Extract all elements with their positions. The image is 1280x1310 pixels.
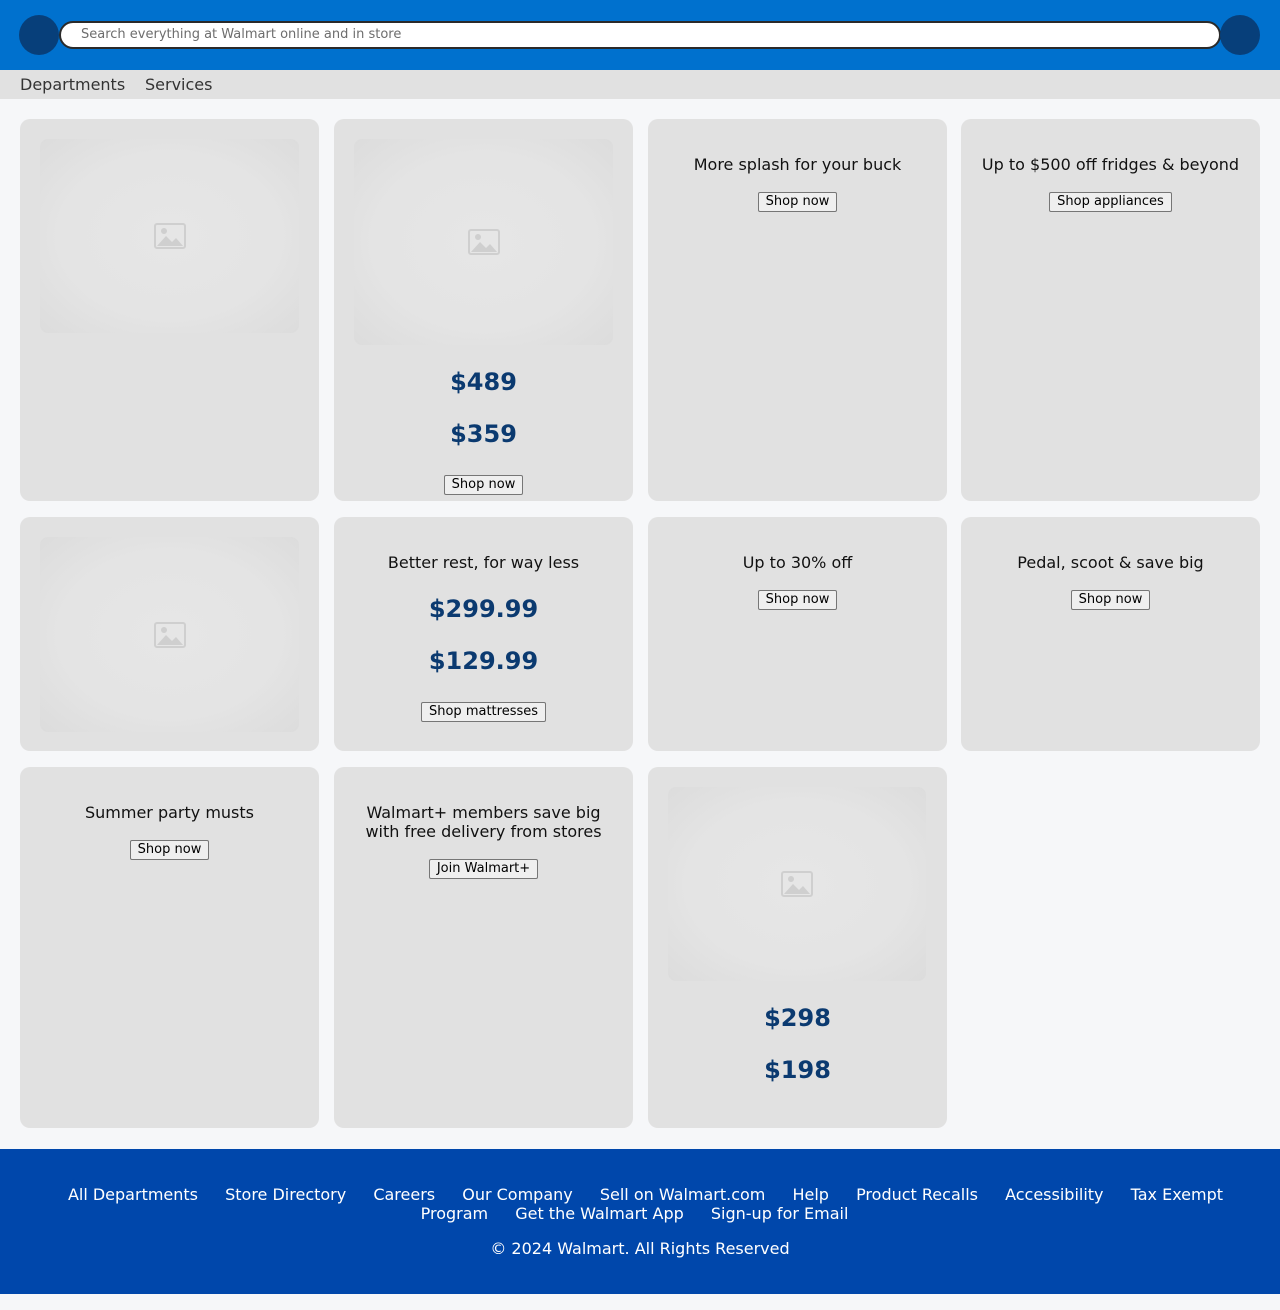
nav-services[interactable]: Services bbox=[145, 75, 212, 95]
image-placeholder-icon bbox=[781, 871, 813, 897]
nav-departments[interactable]: Departments bbox=[20, 75, 125, 95]
image-placeholder-icon bbox=[467, 229, 500, 255]
card-title: Up to 30% off bbox=[742, 553, 853, 572]
footer-link[interactable]: Sell on Walmart.com bbox=[600, 1185, 766, 1204]
product-image bbox=[668, 787, 926, 981]
footer-link[interactable]: Our Company bbox=[462, 1185, 573, 1204]
join-walmart-plus-button[interactable]: Join Walmart+ bbox=[428, 859, 539, 879]
footer-link[interactable]: All Departments bbox=[68, 1185, 198, 1204]
promo-card[interactable]: $489 $359 Shop now bbox=[334, 119, 633, 501]
image-placeholder-icon bbox=[153, 621, 186, 648]
card-title-line-2: with free delivery from stores bbox=[365, 822, 602, 841]
promo-card[interactable] bbox=[20, 119, 319, 501]
shop-appliances-button[interactable]: Shop appliances bbox=[1049, 192, 1172, 212]
copyright: © 2024 Walmart. All Rights Reserved bbox=[490, 1239, 790, 1258]
promo-card[interactable] bbox=[20, 517, 319, 751]
promo-card[interactable]: Up to 30% off Shop now bbox=[648, 517, 947, 751]
secondary-nav: Departments Services bbox=[0, 70, 1280, 99]
search-placeholder: Search everything at Walmart online and … bbox=[81, 27, 402, 42]
sale-price: $198 bbox=[764, 1056, 831, 1084]
promo-card[interactable]: Summer party musts Shop now bbox=[20, 767, 319, 1128]
promo-card[interactable]: Better rest, for way less $299.99 $129.9… bbox=[334, 517, 633, 751]
footer-link[interactable]: Accessibility bbox=[1005, 1185, 1103, 1204]
promo-card[interactable]: Up to $500 off fridges & beyond Shop app… bbox=[961, 119, 1260, 501]
footer-link[interactable]: Help bbox=[792, 1185, 828, 1204]
sale-price: $359 bbox=[450, 420, 517, 448]
current-price: $298 bbox=[764, 1004, 831, 1032]
product-image bbox=[40, 537, 299, 732]
promo-card[interactable]: More splash for your buck Shop now bbox=[648, 119, 947, 501]
shop-now-button[interactable]: Shop now bbox=[1070, 590, 1151, 610]
menu-icon[interactable] bbox=[19, 15, 59, 55]
card-title: Pedal, scoot & save big bbox=[1017, 553, 1204, 572]
product-image bbox=[354, 139, 613, 345]
current-price: $489 bbox=[450, 368, 517, 396]
card-title-line-1: Walmart+ members save big bbox=[366, 803, 601, 822]
card-title: Summer party musts bbox=[84, 803, 254, 822]
shop-now-button[interactable]: Shop now bbox=[757, 192, 838, 212]
shop-now-button[interactable]: Shop now bbox=[129, 840, 210, 860]
product-image bbox=[40, 139, 299, 333]
footer-link[interactable]: Product Recalls bbox=[856, 1185, 978, 1204]
shop-mattresses-button[interactable]: Shop mattresses bbox=[420, 702, 547, 722]
footer-link[interactable]: Careers bbox=[373, 1185, 435, 1204]
header: Search everything at Walmart online and … bbox=[0, 0, 1280, 70]
shop-now-button[interactable]: Shop now bbox=[757, 590, 838, 610]
image-placeholder-icon bbox=[153, 223, 186, 249]
footer: All Departments Store Directory Careers … bbox=[0, 1149, 1280, 1294]
current-price: $299.99 bbox=[428, 595, 539, 623]
shop-now-button[interactable]: Shop now bbox=[443, 475, 524, 495]
promo-card[interactable]: $298 $198 bbox=[648, 767, 947, 1128]
footer-links: All Departments Store Directory Careers … bbox=[20, 1185, 1260, 1223]
card-title: Up to $500 off fridges & beyond bbox=[981, 155, 1240, 174]
card-title: More splash for your buck bbox=[693, 155, 902, 174]
promo-card[interactable]: Pedal, scoot & save big Shop now bbox=[961, 517, 1260, 751]
cart-icon[interactable] bbox=[1220, 15, 1260, 55]
search-input[interactable]: Search everything at Walmart online and … bbox=[59, 21, 1221, 49]
sale-price: $129.99 bbox=[428, 647, 539, 675]
footer-link[interactable]: Sign-up for Email bbox=[711, 1204, 849, 1223]
card-title: Better rest, for way less bbox=[387, 553, 580, 572]
footer-link[interactable]: Store Directory bbox=[225, 1185, 346, 1204]
promo-card[interactable]: Walmart+ members save big with free deli… bbox=[334, 767, 633, 1128]
footer-link[interactable]: Get the Walmart App bbox=[515, 1204, 684, 1223]
